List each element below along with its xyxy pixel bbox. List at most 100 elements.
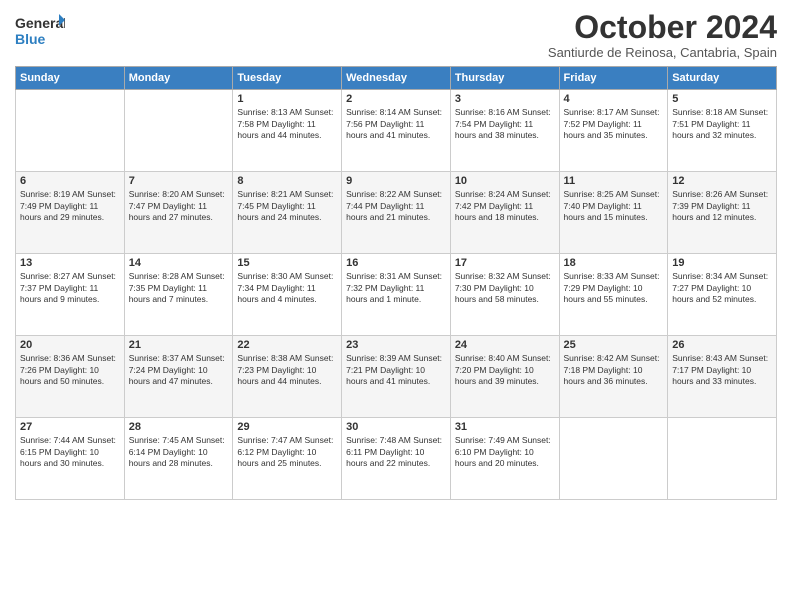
calendar-cell: 28 Sunrise: 7:45 AM Sunset: 6:14 PM Dayli…	[124, 418, 233, 500]
day-info: Sunrise: 7:49 AM Sunset: 6:10 PM Dayligh…	[455, 435, 555, 469]
calendar-week-4: 20Sunrise: 8:36 AM Sunset: 7:26 PM Dayli…	[16, 336, 777, 418]
calendar-cell: 27 Sunrise: 7:44 AM Sunset: 6:15 PM Dayli…	[16, 418, 125, 500]
day-info: Sunrise: 8:18 AM Sunset: 7:51 PM Dayligh…	[672, 107, 772, 141]
calendar-week-2: 6 Sunrise: 8:19 AM Sunset: 7:49 PM Daylig…	[16, 172, 777, 254]
day-number: 3	[455, 93, 555, 105]
day-info: Sunrise: 8:19 AM Sunset: 7:49 PM Dayligh…	[20, 189, 120, 223]
day-number: 23	[346, 339, 446, 351]
day-number: 12	[672, 175, 772, 187]
calendar-cell: 14 Sunrise: 8:28 AM Sunset: 7:35 PM Dayli…	[124, 254, 233, 336]
calendar-cell: 25 Sunrise: 8:42 AM Sunset: 7:18 PM Dayli…	[559, 336, 668, 418]
day-number: 26	[672, 339, 772, 351]
day-info: Sunrise: 7:44 AM Sunset: 6:15 PM Dayligh…	[20, 435, 120, 469]
day-number: 8	[237, 175, 337, 187]
calendar-cell: 30 Sunrise: 7:48 AM Sunset: 6:11 PM Dayli…	[342, 418, 451, 500]
svg-text:Blue: Blue	[15, 31, 46, 47]
day-header-friday: Friday	[559, 67, 668, 90]
calendar-cell: 13 Sunrise: 8:27 AM Sunset: 7:37 PM Dayli…	[16, 254, 125, 336]
day-info: Sunrise: 8:32 AM Sunset: 7:30 PM Dayligh…	[455, 271, 555, 305]
calendar-cell: 31 Sunrise: 7:49 AM Sunset: 6:10 PM Dayli…	[450, 418, 559, 500]
calendar-cell: 22 Sunrise: 8:38 AM Sunset: 7:23 PM Dayli…	[233, 336, 342, 418]
day-info: Sunrise: 7:47 AM Sunset: 6:12 PM Dayligh…	[237, 435, 337, 469]
calendar-cell: 8 Sunrise: 8:21 AM Sunset: 7:45 PM Daylig…	[233, 172, 342, 254]
day-number: 6	[20, 175, 120, 187]
day-info: Sunrise: 8:40 AM Sunset: 7:20 PM Dayligh…	[455, 353, 555, 387]
calendar-cell: 16Sunrise: 8:31 AM Sunset: 7:32 PM Dayli…	[342, 254, 451, 336]
day-info: Sunrise: 8:27 AM Sunset: 7:37 PM Dayligh…	[20, 271, 120, 305]
day-header-monday: Monday	[124, 67, 233, 90]
day-info: Sunrise: 8:24 AM Sunset: 7:42 PM Dayligh…	[455, 189, 555, 223]
calendar-cell: 26Sunrise: 8:43 AM Sunset: 7:17 PM Dayli…	[668, 336, 777, 418]
day-info: Sunrise: 8:28 AM Sunset: 7:35 PM Dayligh…	[129, 271, 229, 305]
day-number: 30	[346, 421, 446, 433]
day-info: Sunrise: 8:42 AM Sunset: 7:18 PM Dayligh…	[564, 353, 664, 387]
page-container: General Blue October 2024 Santiurde de R…	[0, 0, 792, 510]
calendar-cell: 17Sunrise: 8:32 AM Sunset: 7:30 PM Dayli…	[450, 254, 559, 336]
day-info: Sunrise: 8:38 AM Sunset: 7:23 PM Dayligh…	[237, 353, 337, 387]
day-info: Sunrise: 8:30 AM Sunset: 7:34 PM Dayligh…	[237, 271, 337, 305]
day-header-thursday: Thursday	[450, 67, 559, 90]
day-number: 19	[672, 257, 772, 269]
day-info: Sunrise: 8:31 AM Sunset: 7:32 PM Dayligh…	[346, 271, 446, 305]
day-number: 24	[455, 339, 555, 351]
subtitle: Santiurde de Reinosa, Cantabria, Spain	[548, 45, 777, 60]
calendar-cell: 29 Sunrise: 7:47 AM Sunset: 6:12 PM Dayli…	[233, 418, 342, 500]
day-number: 9	[346, 175, 446, 187]
calendar-cell: 4 Sunrise: 8:17 AM Sunset: 7:52 PM Daylig…	[559, 90, 668, 172]
day-info: Sunrise: 8:17 AM Sunset: 7:52 PM Dayligh…	[564, 107, 664, 141]
day-info: Sunrise: 7:45 AM Sunset: 6:14 PM Dayligh…	[129, 435, 229, 469]
calendar-cell	[668, 418, 777, 500]
calendar-cell: 7 Sunrise: 8:20 AM Sunset: 7:47 PM Daylig…	[124, 172, 233, 254]
calendar-cell: 21Sunrise: 8:37 AM Sunset: 7:24 PM Dayli…	[124, 336, 233, 418]
calendar-cell: 24 Sunrise: 8:40 AM Sunset: 7:20 PM Dayli…	[450, 336, 559, 418]
calendar-cell: 23 Sunrise: 8:39 AM Sunset: 7:21 PM Dayli…	[342, 336, 451, 418]
calendar-cell: 19Sunrise: 8:34 AM Sunset: 7:27 PM Dayli…	[668, 254, 777, 336]
day-header-tuesday: Tuesday	[233, 67, 342, 90]
calendar-table: SundayMondayTuesdayWednesdayThursdayFrid…	[15, 66, 777, 500]
day-header-sunday: Sunday	[16, 67, 125, 90]
month-title: October 2024	[548, 10, 777, 45]
calendar-cell: 2Sunrise: 8:14 AM Sunset: 7:56 PM Daylig…	[342, 90, 451, 172]
day-info: Sunrise: 7:48 AM Sunset: 6:11 PM Dayligh…	[346, 435, 446, 469]
day-info: Sunrise: 8:20 AM Sunset: 7:47 PM Dayligh…	[129, 189, 229, 223]
day-info: Sunrise: 8:21 AM Sunset: 7:45 PM Dayligh…	[237, 189, 337, 223]
day-info: Sunrise: 8:26 AM Sunset: 7:39 PM Dayligh…	[672, 189, 772, 223]
logo-svg: General Blue	[15, 10, 65, 52]
day-number: 22	[237, 339, 337, 351]
day-header-saturday: Saturday	[668, 67, 777, 90]
calendar-cell	[16, 90, 125, 172]
calendar-cell: 1 Sunrise: 8:13 AM Sunset: 7:58 PM Daylig…	[233, 90, 342, 172]
calendar-week-1: 1 Sunrise: 8:13 AM Sunset: 7:58 PM Daylig…	[16, 90, 777, 172]
day-number: 11	[564, 175, 664, 187]
day-number: 14	[129, 257, 229, 269]
day-info: Sunrise: 8:22 AM Sunset: 7:44 PM Dayligh…	[346, 189, 446, 223]
calendar-cell: 10 Sunrise: 8:24 AM Sunset: 7:42 PM Dayli…	[450, 172, 559, 254]
day-number: 7	[129, 175, 229, 187]
day-number: 29	[237, 421, 337, 433]
day-info: Sunrise: 8:33 AM Sunset: 7:29 PM Dayligh…	[564, 271, 664, 305]
day-number: 31	[455, 421, 555, 433]
day-number: 21	[129, 339, 229, 351]
day-number: 13	[20, 257, 120, 269]
calendar-cell	[124, 90, 233, 172]
header: General Blue October 2024 Santiurde de R…	[15, 10, 777, 60]
calendar-cell: 6 Sunrise: 8:19 AM Sunset: 7:49 PM Daylig…	[16, 172, 125, 254]
day-number: 28	[129, 421, 229, 433]
day-info: Sunrise: 8:39 AM Sunset: 7:21 PM Dayligh…	[346, 353, 446, 387]
calendar-cell: 15Sunrise: 8:30 AM Sunset: 7:34 PM Dayli…	[233, 254, 342, 336]
calendar-cell	[559, 418, 668, 500]
day-number: 4	[564, 93, 664, 105]
day-number: 5	[672, 93, 772, 105]
calendar-week-3: 13 Sunrise: 8:27 AM Sunset: 7:37 PM Dayli…	[16, 254, 777, 336]
calendar-header-row: SundayMondayTuesdayWednesdayThursdayFrid…	[16, 67, 777, 90]
day-number: 10	[455, 175, 555, 187]
day-info: Sunrise: 8:13 AM Sunset: 7:58 PM Dayligh…	[237, 107, 337, 141]
title-block: October 2024 Santiurde de Reinosa, Canta…	[548, 10, 777, 60]
day-header-wednesday: Wednesday	[342, 67, 451, 90]
day-info: Sunrise: 8:14 AM Sunset: 7:56 PM Dayligh…	[346, 107, 446, 141]
day-number: 25	[564, 339, 664, 351]
day-number: 27	[20, 421, 120, 433]
calendar-cell: 20Sunrise: 8:36 AM Sunset: 7:26 PM Dayli…	[16, 336, 125, 418]
day-number: 1	[237, 93, 337, 105]
calendar-cell: 5 Sunrise: 8:18 AM Sunset: 7:51 PM Daylig…	[668, 90, 777, 172]
